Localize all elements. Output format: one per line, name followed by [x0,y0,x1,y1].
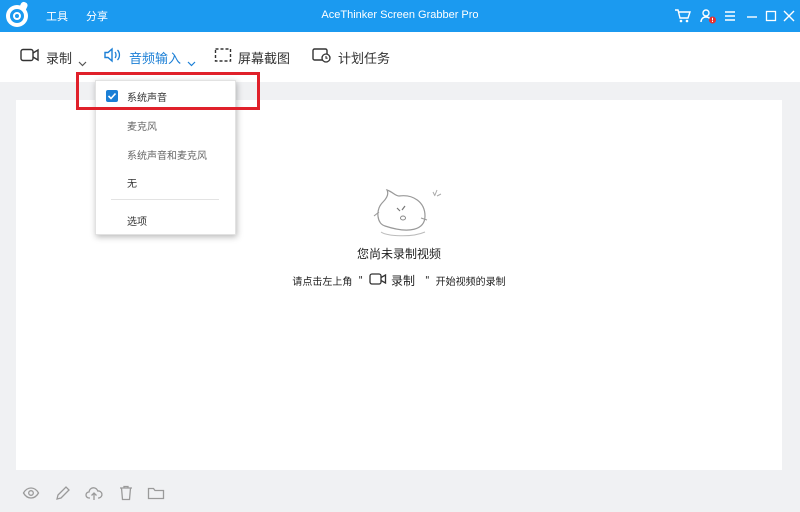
screenshot-label: 屏幕截图 [238,51,291,67]
schedule-task-label: 计划任务 [338,51,391,67]
trash-icon[interactable] [117,484,135,502]
screenshot-button[interactable]: 屏幕截图 [214,47,290,67]
empty-state-hint: 请点击左上角 " 录制 " 开始视频的录制 [16,272,782,289]
dropdown-divider [111,199,219,200]
minimize-icon[interactable] [743,7,761,25]
speaker-icon [103,47,123,67]
mascot-illustration [371,182,451,242]
chevron-down-icon [187,53,196,66]
dropdown-item-none[interactable]: 无 [96,168,235,194]
dropdown-item-options[interactable]: 选项 [96,206,235,232]
hint-quote-open: " [358,275,363,286]
edit-icon[interactable] [54,484,72,502]
audio-input-label: 音频输入 [129,51,182,67]
folder-icon[interactable] [147,484,165,502]
schedule-task-button[interactable]: 计划任务 [312,47,390,67]
chevron-down-icon [78,53,87,66]
hint-quote-close: " [425,275,430,286]
record-button[interactable]: 录制 [20,47,87,67]
audio-input-button[interactable]: 音频输入 [103,47,196,67]
checkbox-checked-icon [106,90,118,102]
schedule-icon [312,47,332,67]
dropdown-item-label: 无 [127,179,137,190]
empty-state-title: 您尚未录制视频 [356,247,441,261]
video-camera-icon [20,47,40,67]
hint-prefix: 请点击左上角 [292,277,353,288]
dropdown-item-label: 系统声音和麦克风 [127,151,207,162]
dropdown-item-microphone[interactable]: 麦克风 [96,111,235,137]
dropdown-item-label: 选项 [127,217,147,228]
dropdown-item-system-sound[interactable]: 系统声音 [96,82,235,108]
hint-suffix: 开始视频的录制 [435,277,506,288]
video-camera-icon [369,272,387,289]
hint-record-word: 录制 [390,274,415,288]
record-label: 录制 [46,51,73,67]
close-icon[interactable] [780,7,798,25]
dropdown-item-label: 系统声音 [127,93,167,104]
maximize-icon[interactable] [762,7,780,25]
screenshot-icon [214,47,232,67]
eye-icon[interactable] [22,484,40,502]
dropdown-item-system-and-mic[interactable]: 系统声音和麦克风 [96,140,235,166]
cloud-upload-icon[interactable] [85,484,103,502]
bottom-toolbar [0,476,800,512]
title-bar: 工具 分享 AceThinker Screen Grabber Pro [0,0,800,32]
user-alert-icon[interactable] [699,7,717,25]
cart-icon[interactable] [674,7,692,25]
menu-icon[interactable] [721,7,739,25]
dropdown-item-label: 麦克风 [127,122,157,133]
main-toolbar: 录制 音频输入 屏幕截图 计划任务 [0,32,800,82]
audio-input-dropdown: 系统声音 麦克风 系统声音和麦克风 无 选项 [95,80,236,235]
